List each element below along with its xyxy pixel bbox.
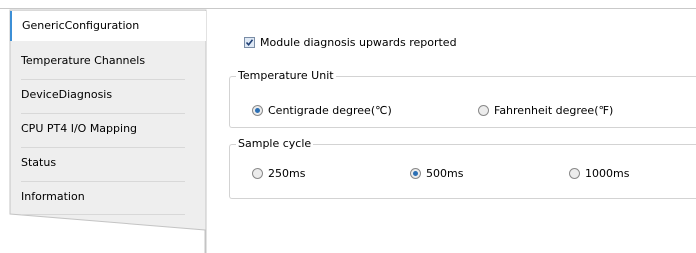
nav-item-label: GenericConfiguration bbox=[22, 19, 140, 32]
nav-item-information[interactable]: Information bbox=[12, 182, 202, 212]
module-diagnosis-checkbox[interactable] bbox=[244, 36, 255, 48]
fahrenheit-label: Fahrenheit degree(℉) bbox=[494, 103, 614, 117]
nav-item-generic-configuration[interactable]: GenericConfiguration bbox=[10, 11, 206, 41]
nav-item-label: Status bbox=[21, 156, 57, 169]
nav-item-temperature-channels[interactable]: Temperature Channels bbox=[12, 46, 202, 76]
radio-fahrenheit[interactable]: Fahrenheit degree(℉) bbox=[478, 103, 613, 117]
module-diagnosis-checkbox-row[interactable]: Module diagnosis upwards reported bbox=[244, 34, 457, 50]
radio-button-selected[interactable] bbox=[252, 104, 263, 116]
nav-item-device-diagnosis[interactable]: DeviceDiagnosis bbox=[12, 80, 202, 110]
radio-button[interactable] bbox=[252, 167, 263, 179]
checkmark-icon bbox=[245, 38, 254, 46]
nav-item-label: CPU PT4 I/O Mapping bbox=[21, 122, 138, 135]
radio-centigrade[interactable]: Centigrade degree(℃) bbox=[252, 103, 392, 117]
nav-item-status[interactable]: Status bbox=[12, 148, 202, 178]
centigrade-label: Centigrade degree(℃) bbox=[268, 103, 392, 117]
1000ms-label: 1000ms bbox=[585, 166, 630, 180]
nav-item-label: Information bbox=[21, 190, 85, 203]
temperature-unit-title: Temperature Unit bbox=[236, 69, 336, 82]
radio-1000ms[interactable]: 1000ms bbox=[569, 166, 629, 180]
radio-250ms[interactable]: 250ms bbox=[252, 166, 305, 180]
sample-cycle-title: Sample cycle bbox=[236, 137, 314, 150]
nav-item-label: Temperature Channels bbox=[21, 54, 146, 67]
module-diagnosis-label: Module diagnosis upwards reported bbox=[260, 35, 457, 49]
sample-cycle-group: Sample cycle 250ms 500ms 1000ms bbox=[229, 137, 696, 199]
radio-button[interactable] bbox=[478, 104, 489, 116]
settings-nav: GenericConfiguration Temperature Channel… bbox=[9, 9, 207, 253]
nav-item-io-mapping[interactable]: CPU PT4 I/O Mapping bbox=[12, 114, 202, 144]
radio-button[interactable] bbox=[569, 167, 580, 179]
250ms-label: 250ms bbox=[268, 166, 306, 180]
nav-item-label: DeviceDiagnosis bbox=[21, 88, 113, 101]
500ms-label: 500ms bbox=[426, 166, 464, 180]
radio-button-selected[interactable] bbox=[410, 167, 421, 179]
radio-500ms[interactable]: 500ms bbox=[410, 166, 463, 180]
nav-separator bbox=[21, 214, 185, 215]
temperature-unit-group: Temperature Unit Centigrade degree(℃) Fa… bbox=[229, 69, 696, 128]
